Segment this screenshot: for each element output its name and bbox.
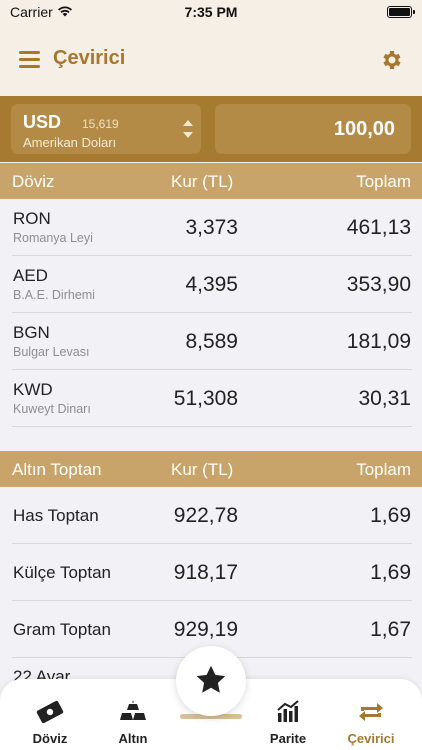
selected-currency-code: USD [23,112,62,132]
row-divider [12,426,412,427]
currency-code: KWD [13,380,53,399]
gold-total: 1,67 [370,618,411,641]
column-header-currency: Döviz [12,172,55,191]
battery-icon [387,6,415,18]
currency-code: AED [13,266,48,285]
tab-label: Döviz [32,731,68,746]
currency-row[interactable]: AED B.A.E. Dirhemi 4,395 353,90 [0,256,422,313]
tab-cevirici[interactable]: Çevirici [329,679,413,750]
currency-total: 353,90 [346,273,411,296]
gold-rate: 929,19 [173,618,238,641]
gold-rate: 918,17 [173,561,238,584]
currency-row[interactable]: RON Romanya Leyi 3,373 461,13 [0,199,422,256]
column-header-rate: Kur (TL) [171,172,234,191]
column-header-total: Toplam [356,460,411,479]
status-bar: Carrier 7:35 PM [0,0,422,26]
currency-selector[interactable]: USD 15,619 Amerikan Doları [11,104,201,154]
currency-total: 461,13 [346,216,411,239]
selected-currency-rate: 15,619 [82,117,119,131]
currency-list: RON Romanya Leyi 3,373 461,13 AED B.A.E.… [0,199,422,427]
favorites-button[interactable] [176,646,246,716]
currency-rate: 3,373 [185,216,238,239]
tab-altin[interactable]: Altın [91,679,175,750]
tab-label: Parite [269,731,307,746]
currency-section-header: Döviz Kur (TL) Toplam [0,163,422,199]
money-icon [36,700,64,724]
currency-row[interactable]: BGN Bulgar Levası 8,589 181,09 [0,313,422,370]
convert-icon [359,703,383,721]
tab-doviz[interactable]: Döviz [8,679,92,750]
column-header-rate: Kur (TL) [171,460,234,479]
gold-name: Gram Toptan [13,620,111,639]
gold-bars-icon [120,700,146,720]
gold-row[interactable]: Has Toptan 922,78 1,69 [0,487,422,544]
currency-total: 30,31 [358,387,411,410]
menu-icon[interactable] [19,51,40,68]
tab-label: Çevirici [347,731,395,746]
star-icon [196,665,226,693]
selected-currency-name: Amerikan Doları [23,135,117,150]
status-time: 7:35 PM [184,4,238,20]
currency-code: RON [13,209,51,228]
up-down-chevron-icon [183,120,193,138]
gear-icon[interactable] [380,48,404,72]
currency-name: Kuweyt Dinarı [13,402,91,416]
currency-name: B.A.E. Dirhemi [13,288,95,302]
gold-total: 1,69 [370,504,411,527]
currency-name: Romanya Leyi [13,231,93,245]
currency-code: BGN [13,323,50,342]
gold-section-header: Altın Toptan Kur (TL) Toplam [0,451,422,487]
currency-row[interactable]: KWD Kuweyt Dinarı 51,308 30,31 [0,370,422,427]
currency-rate: 8,589 [185,330,238,353]
gold-total: 1,69 [370,561,411,584]
page-title: Çevirici [53,47,126,69]
currency-rate: 51,308 [173,387,238,410]
amount-field[interactable] [215,104,411,154]
column-header-total: Toplam [356,172,411,191]
gold-rate: 922,78 [173,504,238,527]
chart-icon [277,700,299,722]
gold-name: Has Toptan [13,506,99,525]
tab-parite[interactable]: Parite [246,679,330,750]
converter-bar: USD 15,619 Amerikan Doları [0,96,422,162]
gold-row[interactable]: Külçe Toptan 918,17 1,69 [0,544,422,601]
column-header-gold: Altın Toptan [12,460,102,479]
navigation-bar: Çevirici [0,26,422,96]
currency-total: 181,09 [346,330,411,353]
amount-input[interactable] [215,104,411,154]
tab-label: Altın [118,731,148,746]
currency-rate: 4,395 [185,273,238,296]
gold-name: Külçe Toptan [13,563,111,582]
currency-name: Bulgar Levası [13,345,90,359]
